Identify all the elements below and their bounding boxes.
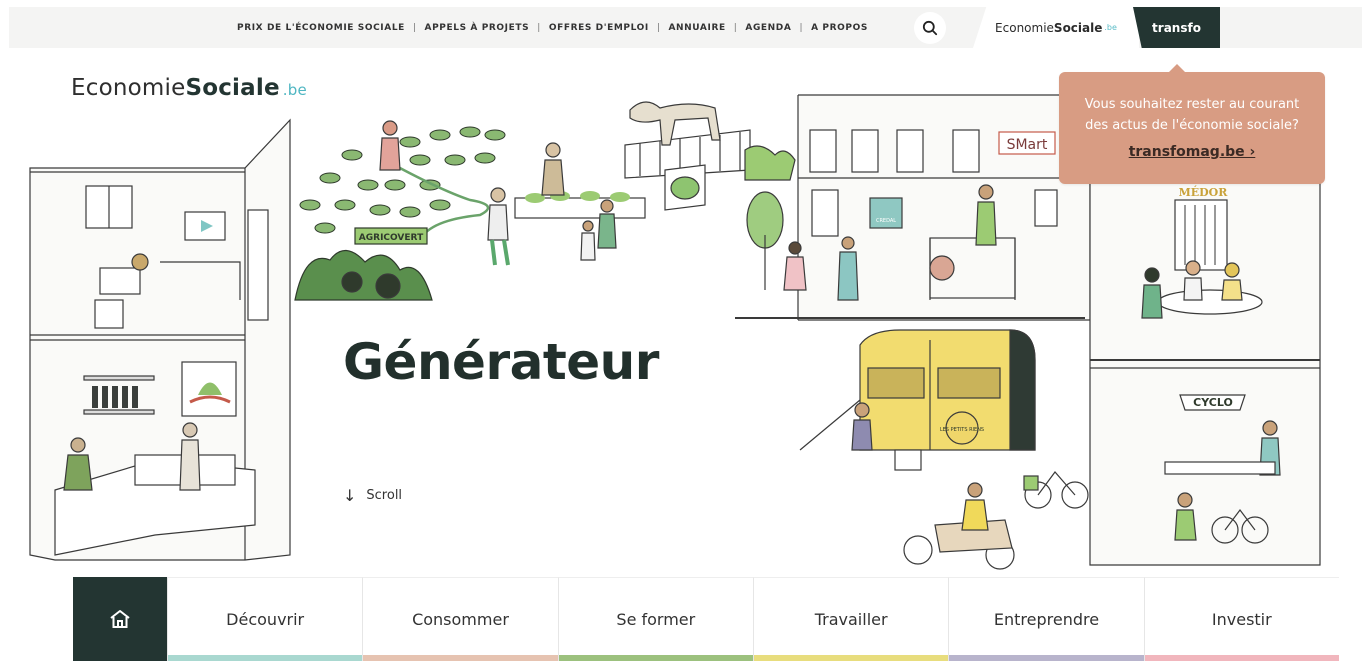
cyclo-sign: CYCLO — [1193, 396, 1233, 409]
home-icon — [110, 610, 130, 628]
nav-entreprendre[interactable]: Entreprendre — [948, 577, 1144, 661]
nav-decouvrir-label: Découvrir — [226, 610, 305, 629]
topnav-prix[interactable]: PRIX DE L'ÉCONOMIE SOCIALE — [237, 23, 405, 33]
nav-entreprendre-label: Entreprendre — [993, 610, 1100, 629]
nav-consommer-bar — [363, 655, 558, 661]
arrow-down-icon: ↓ — [343, 486, 357, 505]
scroll-label: Scroll — [366, 488, 403, 503]
top-navigation: PRIX DE L'ÉCONOMIE SOCIALE | APPELS À PR… — [237, 7, 868, 48]
site-tab-part1: Economie — [995, 20, 1054, 35]
nav-decouvrir[interactable]: Découvrir — [167, 577, 363, 661]
search-icon — [922, 20, 938, 36]
nav-travailler-bar — [753, 655, 949, 661]
nav-se-former-bar — [558, 655, 753, 661]
nav-travailler-label: Travailler — [814, 610, 888, 629]
credal-sign: CREDAL — [876, 218, 896, 224]
separator: | — [537, 22, 541, 33]
newsletter-popup: Vous souhaitez rester au courant des act… — [1059, 64, 1325, 184]
topnav-annuaire[interactable]: ANNUAIRE — [668, 23, 725, 33]
transfo-site-tab[interactable]: transfo — [1133, 7, 1220, 48]
economiesociale-site-tab[interactable]: Economie Sociale .be — [973, 7, 1139, 48]
nav-consommer-label: Consommer — [412, 610, 509, 629]
home-button[interactable] — [73, 577, 167, 661]
petits-riens-sign: LES PETITS RIENS — [940, 427, 984, 433]
topnav-agenda[interactable]: AGENDA — [745, 23, 791, 33]
site-logo[interactable]: EconomieSociale .be — [71, 75, 307, 101]
top-bar: PRIX DE L'ÉCONOMIE SOCIALE | APPELS À PR… — [9, 7, 1362, 48]
separator: | — [412, 22, 417, 33]
site-tab-suffix: .be — [1104, 23, 1117, 32]
site-tab-part2: Sociale — [1053, 20, 1103, 35]
medor-sign: MÉDOR — [1179, 185, 1229, 199]
scroll-button[interactable]: ↓ Scroll — [343, 486, 402, 505]
hero-title: Générateur — [343, 333, 659, 391]
main-navigation: Découvrir Consommer Se former Travailler… — [73, 577, 1339, 661]
logo-part1: Economie — [71, 75, 186, 101]
separator: | — [799, 22, 804, 33]
search-button[interactable] — [914, 12, 946, 44]
topnav-appels[interactable]: APPELS À PROJETS — [425, 23, 530, 33]
separator: | — [656, 22, 661, 33]
nav-se-former-label: Se former — [616, 610, 696, 629]
topnav-apropos[interactable]: A PROPOS — [811, 23, 868, 33]
agricovert-sign: AGRICOVERT — [359, 233, 424, 243]
nav-investir-label: Investir — [1211, 610, 1272, 629]
logo-suffix: .be — [282, 81, 307, 99]
nav-se-former[interactable]: Se former — [557, 577, 753, 661]
nav-consommer[interactable]: Consommer — [362, 577, 558, 661]
nav-investir[interactable]: Investir — [1143, 577, 1339, 661]
topnav-offres[interactable]: OFFRES D'EMPLOI — [549, 23, 649, 33]
nav-entreprendre-bar — [949, 655, 1144, 661]
transfomag-link[interactable]: transfomag.be › — [1129, 144, 1256, 160]
logo-part2: Sociale — [185, 75, 280, 101]
nav-decouvrir-bar — [168, 655, 363, 661]
popup-message: Vous souhaitez rester au courant des act… — [1084, 97, 1300, 133]
smart-sign: SMart — [1007, 137, 1048, 153]
separator: | — [733, 22, 738, 33]
transfo-tab-label: transfo — [1152, 20, 1201, 35]
nav-investir-bar — [1144, 655, 1339, 661]
nav-travailler[interactable]: Travailler — [752, 577, 949, 661]
